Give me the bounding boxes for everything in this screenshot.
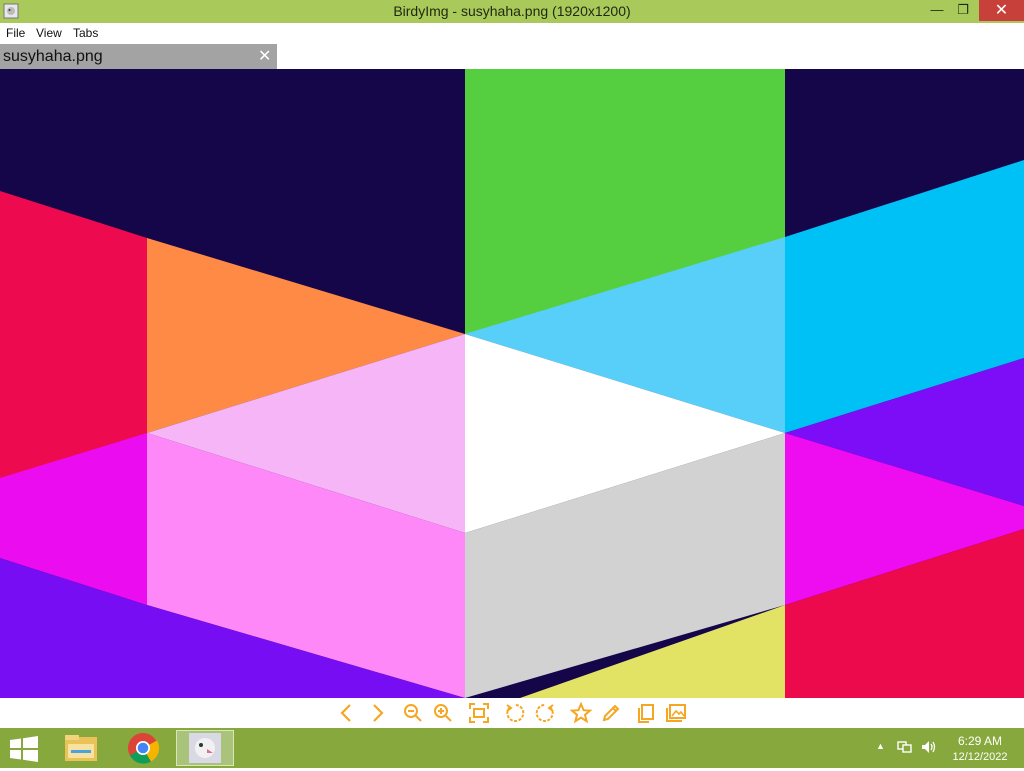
rotate-left-icon[interactable] [504, 702, 526, 724]
image-canvas[interactable] [0, 69, 1024, 698]
tray-expand-icon[interactable]: ▲ [876, 741, 885, 751]
title-bar: BirdyImg - susyhaha.png (1920x1200) — ❐ … [0, 0, 1024, 23]
rotate-right-icon[interactable] [534, 702, 556, 724]
tab-close-icon[interactable]: ✕ [258, 46, 271, 66]
file-explorer-icon[interactable] [52, 730, 110, 766]
tab-strip: susyhaha.png ✕ [0, 43, 1024, 69]
birdyimg-icon[interactable] [176, 730, 234, 766]
displayed-image [0, 69, 1024, 698]
clock-date[interactable]: 12/12/2022 [946, 751, 1014, 763]
menu-tabs[interactable]: Tabs [73, 26, 98, 40]
gallery-icon[interactable] [665, 702, 687, 724]
taskbar: ▲ 6:29 AM 12/12/2022 [0, 728, 1024, 768]
edit-icon[interactable] [600, 702, 622, 724]
next-icon[interactable] [366, 702, 388, 724]
menu-bar: File View Tabs [0, 23, 1024, 43]
network-icon[interactable] [897, 740, 913, 754]
prev-icon[interactable] [336, 702, 358, 724]
restore-button[interactable]: ❐ [949, 0, 977, 21]
window-title: BirdyImg - susyhaha.png (1920x1200) [393, 3, 631, 19]
clock-time[interactable]: 6:29 AM [950, 734, 1010, 748]
volume-icon[interactable] [921, 740, 937, 754]
close-button[interactable]: ✕ [979, 0, 1024, 21]
menu-file[interactable]: File [6, 26, 25, 40]
chrome-icon[interactable] [114, 730, 172, 766]
menu-view[interactable]: View [36, 26, 62, 40]
copy-icon[interactable] [635, 702, 657, 724]
windows-start-icon[interactable] [9, 736, 39, 762]
tab-label: susyhaha.png [3, 48, 103, 65]
fit-icon[interactable] [468, 702, 490, 724]
zoom-out-icon[interactable] [402, 702, 424, 724]
viewer-toolbar [0, 698, 1024, 728]
zoom-in-icon[interactable] [432, 702, 454, 724]
tab-susyhaha[interactable]: susyhaha.png ✕ [0, 44, 277, 69]
favorite-icon[interactable] [569, 701, 593, 724]
minimize-button[interactable]: — [923, 0, 951, 21]
